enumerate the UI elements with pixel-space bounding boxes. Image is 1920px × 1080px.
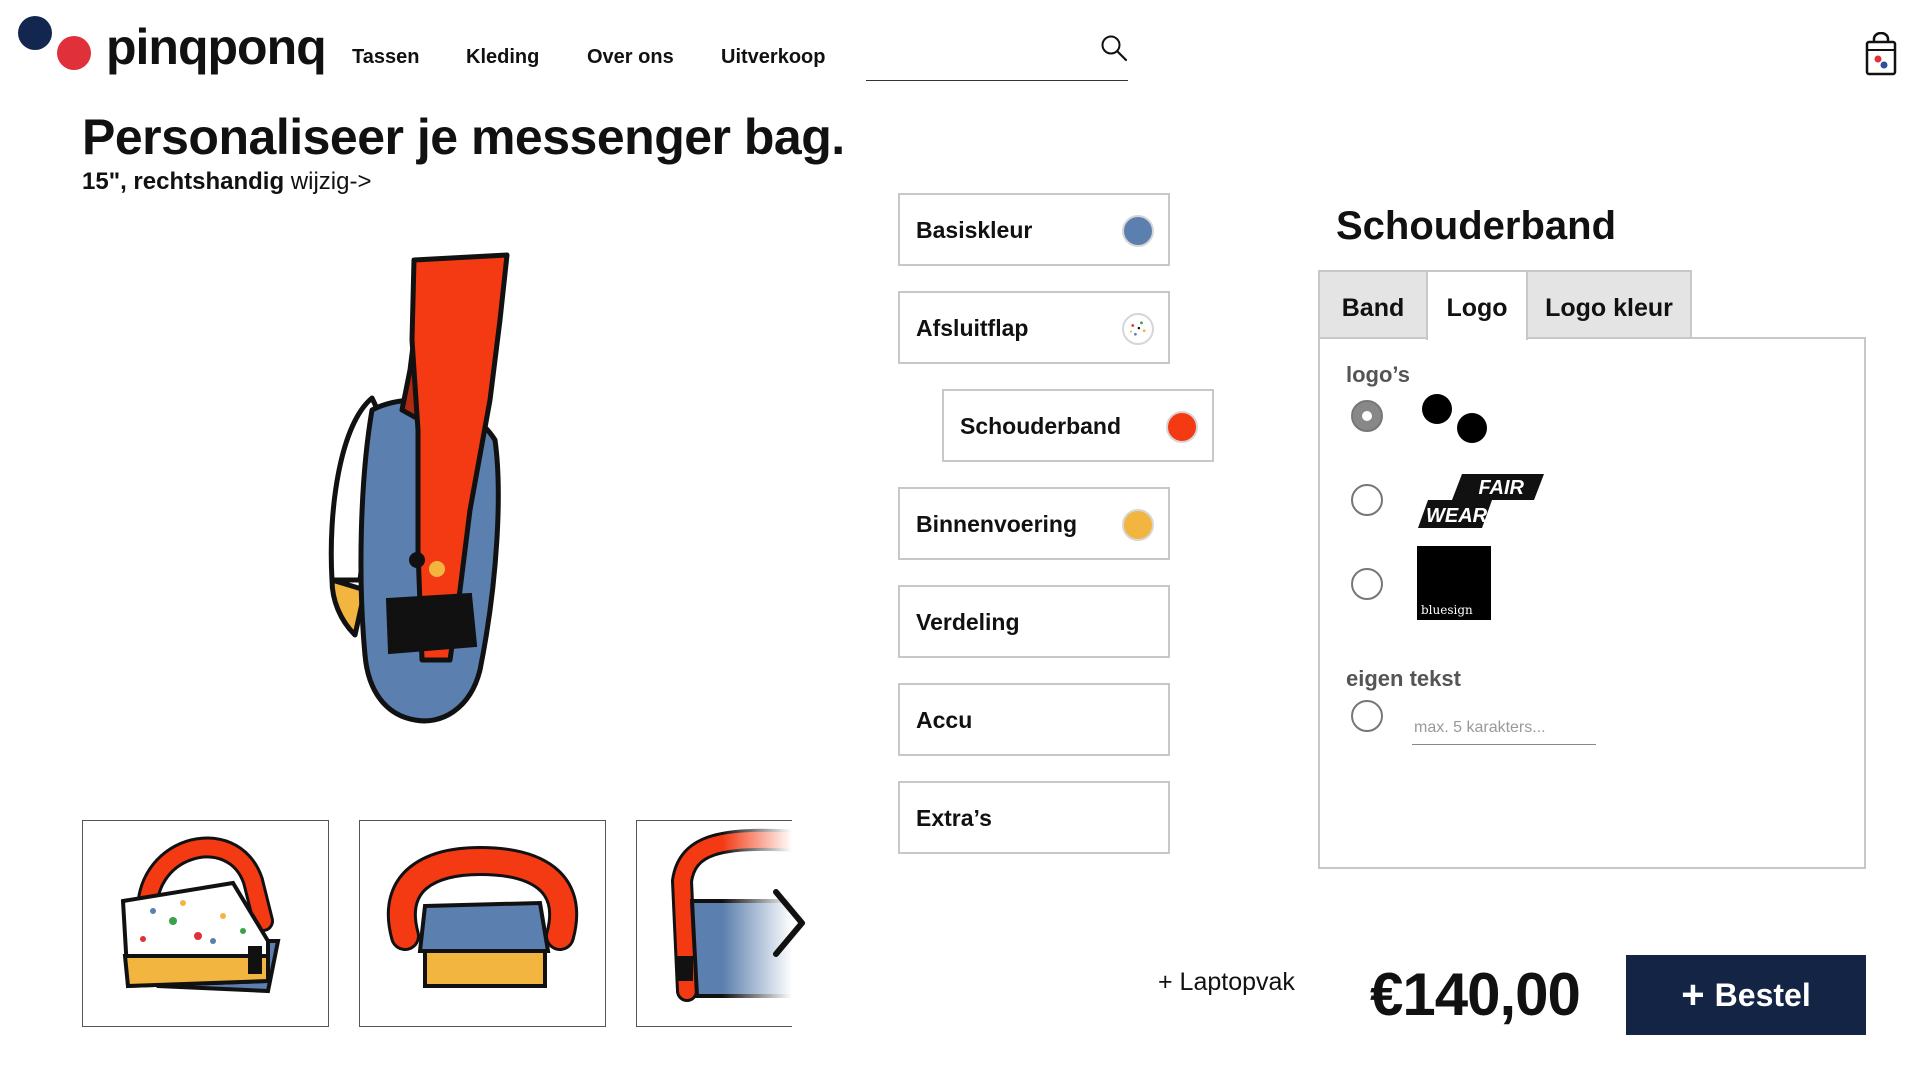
thumbnail-top-image: [386, 845, 579, 988]
fair-wear-text-bottom: WEAR: [1426, 505, 1488, 527]
option-afsluitflap[interactable]: Afsluitflap: [898, 291, 1170, 364]
tab-logo-kleur[interactable]: Logo kleur: [1526, 270, 1692, 338]
search-input[interactable]: [866, 40, 1090, 72]
option-label: Binnenvoering: [916, 511, 1078, 537]
nav-uitverkoop[interactable]: Uitverkoop: [721, 46, 825, 69]
bag-preview-image: [328, 252, 510, 724]
color-swatch: [1122, 509, 1154, 541]
total-price: €140,00: [1370, 961, 1581, 1028]
brand-logo-dots[interactable]: [16, 14, 96, 74]
tab-band[interactable]: Band: [1318, 270, 1428, 338]
shopping-bag-icon[interactable]: [1864, 32, 1898, 76]
bag-config-summary: 15", rechtshandig wijzig->: [82, 168, 371, 196]
option-accu[interactable]: Accu: [898, 683, 1170, 756]
nav-kleding[interactable]: Kleding: [466, 46, 539, 69]
fair-wear-text-top: FAIR: [1478, 477, 1524, 499]
option-label: Accu: [916, 707, 973, 733]
fair-wear-logo: FAIR WEAR: [1418, 474, 1544, 528]
laptop-compartment-addon[interactable]: + Laptopvak: [1158, 968, 1295, 997]
brand-wordmark[interactable]: pinqponq: [106, 18, 327, 76]
bluesign-logo: bluesign: [1417, 546, 1491, 620]
tab-label: Logo kleur: [1545, 294, 1673, 322]
search-icon[interactable]: [1100, 34, 1128, 62]
order-button-label: Bestel: [1714, 976, 1811, 1013]
logos-group-label: logo’s: [1346, 362, 1410, 387]
change-config-link[interactable]: wijzig->: [291, 168, 372, 195]
option-label: Schouderband: [960, 413, 1122, 439]
page-title: Personaliseer je messenger bag.: [82, 109, 845, 165]
color-swatch: [1166, 411, 1198, 443]
search-bar: [866, 26, 1128, 81]
pattern-swatch: [1122, 313, 1154, 345]
logo-options-panel: [1318, 337, 1866, 869]
logo-radio-pinqponq[interactable]: [1351, 400, 1383, 432]
option-label: Extra’s: [916, 805, 992, 831]
tab-logo[interactable]: Logo: [1426, 270, 1528, 340]
thumbnail-front-image: [120, 836, 281, 994]
thumbnail-front[interactable]: [82, 820, 329, 1027]
order-button[interactable]: + Bestel: [1626, 955, 1866, 1035]
option-verdeling[interactable]: Verdeling: [898, 585, 1170, 658]
option-basiskleur[interactable]: Basiskleur: [898, 193, 1170, 266]
bluesign-logo-text: bluesign: [1421, 603, 1473, 617]
pinqponq-dots-logo: [1422, 394, 1487, 443]
color-swatch: [1122, 215, 1154, 247]
plus-icon: +: [1681, 973, 1705, 1017]
chevron-right-icon[interactable]: [768, 886, 808, 960]
logo-radio-bluesign[interactable]: [1351, 568, 1383, 600]
option-label: Basiskleur: [916, 217, 1033, 243]
thumbnail-top[interactable]: [359, 820, 606, 1027]
panel-heading: Schouderband: [1336, 204, 1617, 248]
option-binnenvoering[interactable]: Binnenvoering: [898, 487, 1170, 560]
tab-label: Logo: [1446, 294, 1508, 322]
option-label: Afsluitflap: [916, 315, 1029, 341]
logo-radio-custom-text[interactable]: [1351, 700, 1383, 732]
option-extras[interactable]: Extra’s: [898, 781, 1170, 854]
logo-radio-fair-wear[interactable]: [1351, 484, 1383, 516]
tab-label: Band: [1341, 294, 1405, 322]
custom-text-input[interactable]: [1412, 712, 1596, 745]
option-label: Verdeling: [916, 609, 1020, 635]
nav-over-ons[interactable]: Over ons: [587, 46, 674, 69]
option-schouderband[interactable]: Schouderband: [942, 389, 1214, 462]
nav-tassen[interactable]: Tassen: [352, 46, 419, 69]
bag-config-text: 15", rechtshandig: [82, 168, 285, 195]
custom-text-label: eigen tekst: [1346, 666, 1461, 691]
